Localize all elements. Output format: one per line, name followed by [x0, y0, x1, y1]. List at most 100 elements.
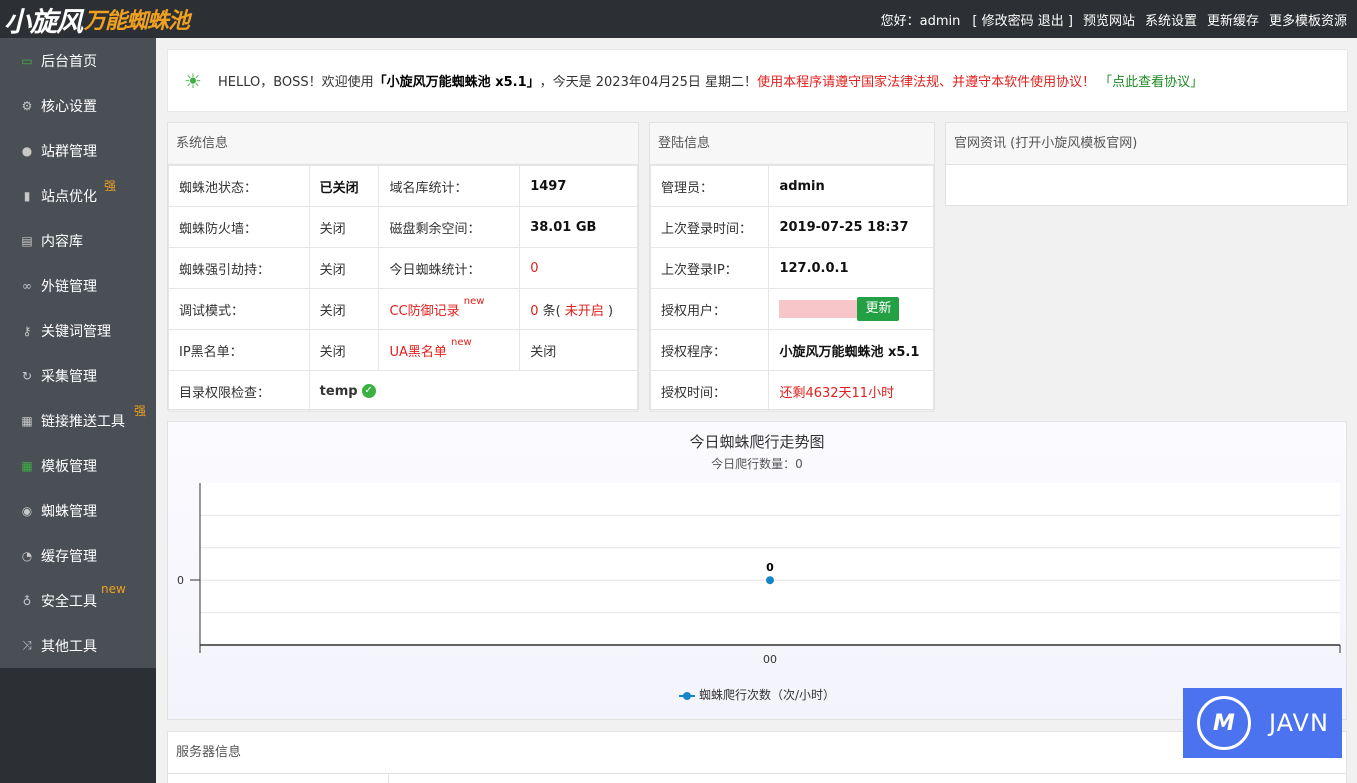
value-cell: 2019-07-25 18:37	[768, 206, 934, 248]
value-cell: 关闭	[308, 288, 380, 330]
spider-trend-chart: 今日蜘蛛爬行走势图 今日爬行数量：0 0 00 0 蜘蛛爬行次数（次/小时）	[167, 421, 1347, 720]
panel-title: 服务器信息	[168, 732, 1346, 774]
sidebar-item-label: 采集管理	[41, 368, 97, 385]
table-row: 授权用户： 更新	[649, 288, 934, 330]
legend-label: 蜘蛛爬行次数（次/小时）	[698, 688, 836, 702]
account-links[interactable]: [ 修改密码 退出 ]	[972, 10, 1073, 29]
value-cell: 1497	[519, 165, 638, 207]
value-cell: 127.0.0.1	[768, 247, 934, 289]
sidebar-menu: ▭ 后台首页 ⚙ 核心设置 ● 站群管理 ▮ 站点优化强 ▤ 内容库 ∞ 外链管理 ⚷ 关键词…	[0, 38, 156, 668]
sidebar-item-label: 站点优化	[41, 188, 97, 205]
table-row: 蜘蛛池状态： 已关闭 域名库统计： 1497	[168, 165, 638, 207]
value-cell: 关闭	[308, 206, 380, 248]
label-cell: 蜘蛛防火墙：	[168, 206, 310, 248]
value-cell: 关闭	[308, 247, 380, 289]
sidebar-item-core-settings[interactable]: ⚙ 核心设置	[0, 83, 156, 128]
sidebar-item-cache[interactable]: ◔ 缓存管理	[0, 533, 156, 578]
shuffle-icon: ⤨	[22, 638, 32, 652]
sidebar-item-label: 内容库	[41, 233, 83, 250]
link-icon: ∞	[22, 278, 32, 293]
label-cell: 磁盘剩余空间：	[378, 206, 521, 248]
value-cell: 关闭	[519, 329, 638, 371]
sidebar-item-label: 站群管理	[41, 143, 97, 160]
value-cell: admin	[768, 165, 934, 207]
status-value: 已关闭	[308, 165, 380, 207]
system-settings-link[interactable]: 系统设置	[1145, 10, 1197, 29]
sidebar-item-external-links[interactable]: ∞ 外链管理	[0, 263, 156, 308]
bar-chart-icon: ▮	[23, 188, 31, 203]
label-cell: IP黑名单：	[168, 329, 310, 371]
new-badge: new	[463, 295, 485, 307]
sidebar-item-site-optimize[interactable]: ▮ 站点优化强	[0, 173, 156, 218]
android-icon: ◉	[21, 503, 33, 518]
sidebar-item-home[interactable]: ▭ 后台首页	[0, 38, 156, 83]
label-cell: 上次登录时间：	[649, 206, 770, 248]
sidebar-item-site-group[interactable]: ● 站群管理	[0, 128, 156, 173]
more-templates-link[interactable]: 更多模板资源	[1269, 10, 1347, 29]
greeting-text: 您好：admin	[880, 13, 961, 29]
cc-close: )	[607, 303, 614, 319]
watermark-text: JAVN	[1269, 709, 1329, 737]
sidebar-item-label: 模板管理	[41, 458, 97, 475]
sidebar-item-security-tools[interactable]: ♁ 安全工具 new	[0, 578, 156, 623]
sidebar-item-label: 链接推送工具	[41, 413, 125, 430]
table-row: 蜘蛛防火墙： 关闭 磁盘剩余空间： 38.01 GB	[168, 206, 638, 248]
sidebar-item-label: 蜘蛛管理	[41, 503, 97, 520]
hello-text: HELLO，BOSS！欢迎使用	[218, 75, 374, 90]
grid-icon: ▦	[21, 458, 33, 473]
label-cell: 授权程序：	[649, 329, 770, 371]
label-cell: 蜘蛛池状态：	[168, 165, 310, 207]
sidebar-item-label: 缓存管理	[41, 548, 97, 565]
sidebar-item-label: 核心设置	[41, 98, 97, 115]
strong-badge: 强	[104, 179, 117, 193]
value-cell: 还剩4632天11小时	[768, 370, 934, 412]
logo[interactable]: 小旋风 万能蜘蛛池	[4, 3, 190, 38]
sun-icon: ☀	[184, 68, 202, 93]
sidebar-item-label: 安全工具	[41, 593, 97, 610]
label-cell: 调试模式：	[168, 288, 310, 330]
update-cache-link[interactable]: 更新缓存	[1207, 10, 1259, 29]
label-cell: 域名库统计：	[378, 165, 521, 207]
divider	[388, 774, 389, 783]
sidebar-item-collection[interactable]: ↻ 采集管理	[0, 353, 156, 398]
x-tick-label: 00	[763, 653, 777, 666]
table-row: 授权时间： 还剩4632天11小时	[649, 370, 934, 412]
update-license-button[interactable]: 更新	[857, 297, 900, 321]
news-title-link[interactable]: 官网资讯 (打开小旋风模板官网)	[946, 123, 1347, 165]
sidebar-item-other-tools[interactable]: ⤨ 其他工具	[0, 623, 156, 668]
sidebar-item-link-push[interactable]: ▦ 链接推送工具强	[0, 398, 156, 443]
cc-suffix: 条(	[538, 303, 561, 319]
table-row: 调试模式： 关闭 CC防御记录 new 0 条( 未开启 )	[168, 288, 638, 330]
cc-defense-link[interactable]: CC防御记录 new	[378, 288, 521, 330]
label-cell: 管理员：	[649, 165, 770, 207]
sidebar-item-content-library[interactable]: ▤ 内容库	[0, 218, 156, 263]
legal-warning: 使用本程序请遵守国家法律法规、并遵守本软件使用协议！	[757, 75, 1096, 90]
monitor-icon: ▭	[21, 53, 33, 68]
panel-title: 系统信息	[168, 123, 638, 165]
ua-blacklist-label: UA黑名单	[389, 344, 447, 360]
data-point	[766, 576, 774, 585]
legend-marker	[678, 691, 695, 700]
value-cell: 38.01 GB	[519, 206, 638, 248]
lightbulb-icon: ♁	[22, 593, 32, 608]
preview-site-link[interactable]: 预览网站	[1083, 10, 1135, 29]
label-cell: 授权时间：	[649, 370, 770, 412]
agreement-link[interactable]: 「点此查看协议」	[1099, 71, 1203, 90]
y-tick-label: 0	[177, 574, 184, 587]
sidebar-item-spiders[interactable]: ◉ 蜘蛛管理	[0, 488, 156, 533]
ua-blacklist-link[interactable]: UA黑名单 new	[378, 329, 521, 371]
cc-status: 未开启	[560, 303, 608, 319]
document-icon: ▤	[21, 233, 33, 248]
chart-legend[interactable]: 蜘蛛爬行次数（次/小时）	[168, 686, 1346, 703]
top-bar: 小旋风 万能蜘蛛池 您好：admin [ 修改密码 退出 ] 预览网站 系统设置…	[0, 0, 1357, 38]
value-cell: 0 条( 未开启 )	[519, 288, 638, 330]
system-info-table: 蜘蛛池状态： 已关闭 域名库统计： 1497 蜘蛛防火墙： 关闭 磁盘剩余空间：…	[168, 165, 639, 412]
logo-sub: 万能蜘蛛池	[84, 8, 190, 34]
value-cell: temp ✓	[308, 370, 639, 412]
key-icon: ⚷	[22, 323, 32, 338]
table-row: 授权程序： 小旋风万能蜘蛛池 x5.1	[649, 329, 934, 371]
date-text: ，今天是 2023年04月25日 星期二！	[539, 75, 758, 90]
sidebar-item-keywords[interactable]: ⚷ 关键词管理	[0, 308, 156, 353]
label-cell: 授权用户：	[649, 288, 770, 330]
sidebar-item-templates[interactable]: ▦ 模板管理	[0, 443, 156, 488]
